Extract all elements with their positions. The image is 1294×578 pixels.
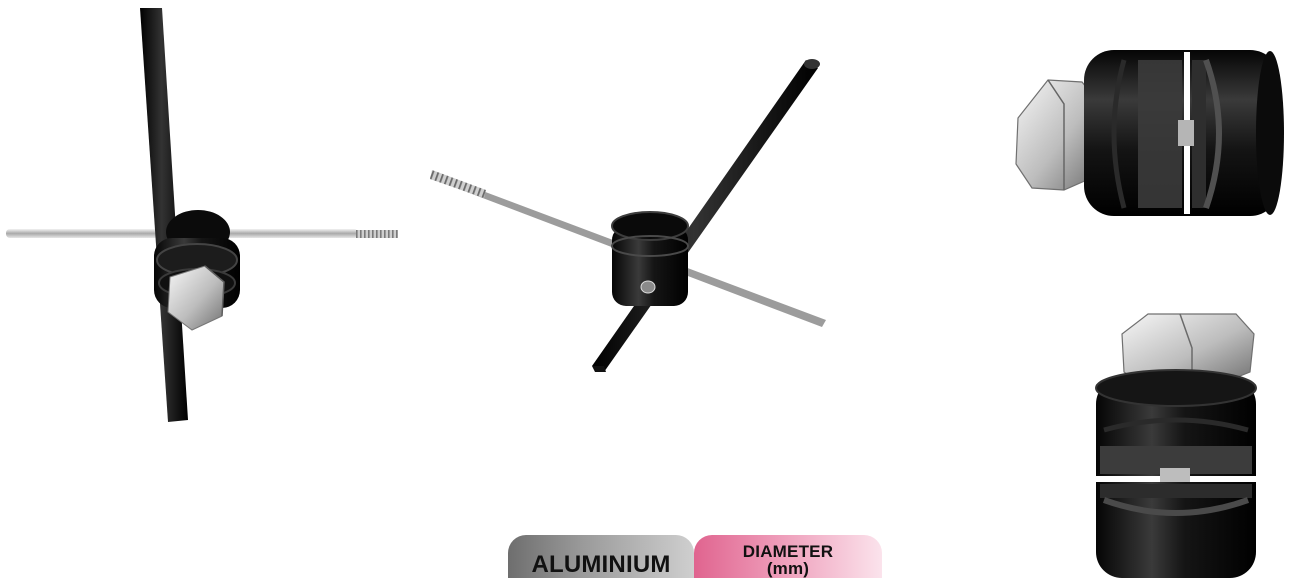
diagonal-pin-thread	[430, 170, 486, 198]
material-tab[interactable]: ALUMINIUM	[508, 535, 694, 578]
clamp-side-view	[1015, 50, 1284, 216]
bolt-hole	[640, 280, 656, 294]
pin-thread	[356, 230, 398, 238]
front-assembly-view	[6, 8, 398, 422]
product-illustration	[6, 8, 1284, 578]
material-label: ALUMINIUM	[531, 551, 671, 578]
product-figure: ALUMINIUM DIAMETER (mm)	[0, 0, 1294, 578]
clamp-top-view	[1095, 313, 1257, 578]
perspective-assembly-view	[430, 59, 826, 372]
diameter-unit: (mm)	[766, 559, 810, 578]
diameter-label: DIAMETER	[742, 542, 834, 561]
diameter-tab[interactable]: DIAMETER (mm)	[694, 535, 882, 578]
